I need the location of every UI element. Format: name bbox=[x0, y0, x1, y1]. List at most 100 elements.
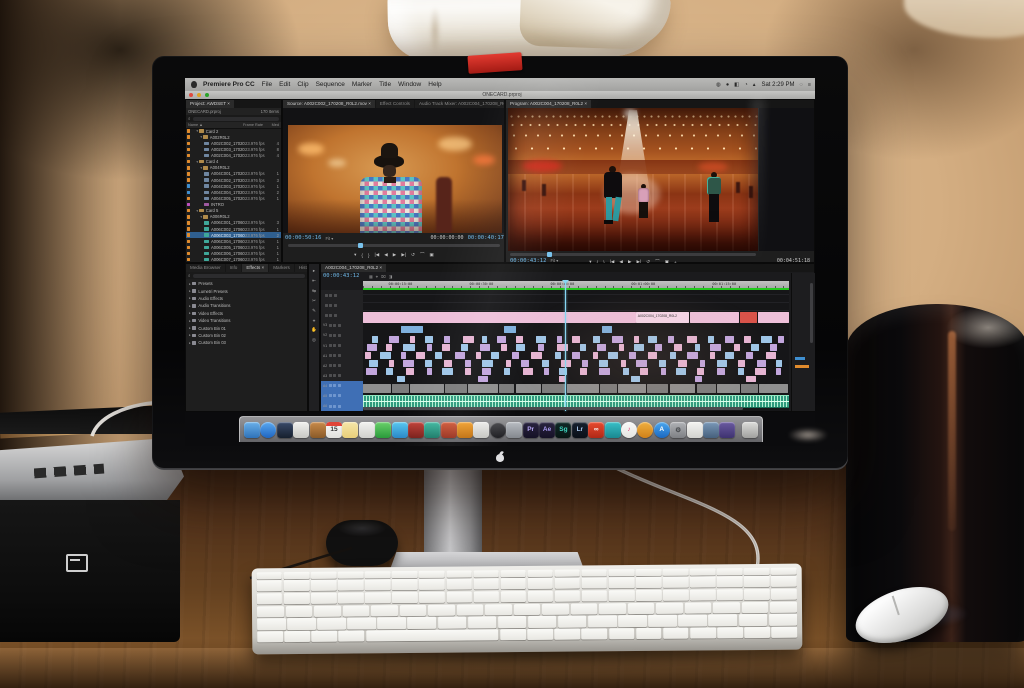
key[interactable] bbox=[339, 631, 365, 642]
timeline-clip-cut[interactable] bbox=[612, 336, 623, 343]
key[interactable] bbox=[656, 602, 683, 613]
menu-edit[interactable]: Edit bbox=[279, 81, 290, 88]
track-toggle[interactable] bbox=[333, 334, 336, 337]
timeline-clip-cut[interactable] bbox=[746, 376, 755, 382]
timeline-clip-gray[interactable] bbox=[670, 384, 696, 393]
tool-button[interactable]: ⌖ bbox=[313, 318, 316, 323]
twirl-icon[interactable]: ▸ bbox=[189, 304, 191, 308]
dock-icon-app-teal[interactable] bbox=[424, 422, 440, 438]
timeline-clip-cut[interactable] bbox=[608, 352, 618, 359]
timeline-clip-cut[interactable] bbox=[372, 336, 379, 343]
track-toggle[interactable] bbox=[325, 314, 328, 317]
timeline-clip-cut[interactable] bbox=[778, 336, 784, 343]
track-toggle[interactable] bbox=[333, 364, 336, 367]
timeline-clip-cut[interactable] bbox=[770, 344, 777, 351]
key[interactable] bbox=[284, 631, 310, 642]
key[interactable] bbox=[717, 568, 743, 575]
track-toggle[interactable] bbox=[338, 394, 341, 397]
dock-icon-photos[interactable] bbox=[293, 422, 309, 438]
key[interactable] bbox=[771, 589, 797, 600]
spotlight-icon[interactable]: ◌ bbox=[800, 82, 803, 88]
twirl-icon[interactable]: ▸ bbox=[189, 341, 191, 345]
effects-bin-row[interactable]: ▸Custom Bin 02 bbox=[186, 332, 307, 339]
key[interactable] bbox=[690, 568, 716, 575]
key[interactable] bbox=[257, 580, 283, 591]
timeline-clip-cut[interactable] bbox=[389, 360, 394, 367]
key[interactable] bbox=[338, 571, 364, 578]
effects-bin-row[interactable]: ▸Lumetri Presets bbox=[186, 287, 307, 294]
key[interactable] bbox=[554, 629, 580, 640]
key[interactable] bbox=[582, 590, 608, 601]
timeline-clip-pink[interactable] bbox=[363, 312, 636, 323]
key[interactable] bbox=[438, 617, 467, 628]
effects-bin-row[interactable]: ▸Video Transitions bbox=[186, 317, 307, 324]
key[interactable] bbox=[684, 602, 711, 613]
effects-bin-row[interactable]: ▸Custom Bin 01 bbox=[186, 324, 307, 331]
key[interactable] bbox=[636, 577, 662, 588]
key[interactable] bbox=[588, 616, 617, 627]
timeline-clip-cut[interactable] bbox=[425, 360, 432, 367]
dock-icon-app-shield[interactable] bbox=[687, 422, 703, 438]
dock-icon-app-red-mug[interactable] bbox=[408, 422, 424, 438]
key[interactable] bbox=[311, 593, 337, 604]
timeline-clip-cut[interactable] bbox=[397, 376, 405, 382]
timeline-clip-cut[interactable] bbox=[678, 360, 687, 367]
spacebar-key[interactable] bbox=[366, 629, 499, 641]
timeline-clip-gray[interactable] bbox=[468, 384, 498, 393]
track-toggle[interactable] bbox=[338, 354, 341, 357]
key[interactable] bbox=[347, 618, 376, 629]
dock-icon-app-redorange[interactable] bbox=[441, 422, 457, 438]
timeline-clip-cut[interactable] bbox=[516, 344, 525, 351]
track-toggle[interactable] bbox=[329, 344, 332, 347]
key[interactable] bbox=[314, 605, 341, 616]
key[interactable] bbox=[257, 606, 284, 617]
key[interactable] bbox=[498, 616, 527, 627]
track-toggle[interactable] bbox=[329, 334, 332, 337]
timeline-clip-gray[interactable] bbox=[445, 384, 466, 393]
track-toggle[interactable] bbox=[329, 374, 332, 377]
timeline-clip-cut[interactable] bbox=[746, 352, 753, 359]
source-playhead-handle[interactable] bbox=[358, 243, 363, 248]
timeline-clip-cut[interactable] bbox=[676, 368, 686, 375]
timeline-clip-cut[interactable] bbox=[504, 368, 511, 375]
key[interactable] bbox=[501, 591, 527, 602]
timeline-clip-cut[interactable] bbox=[599, 360, 608, 367]
timeline-clip-gray[interactable] bbox=[567, 384, 599, 393]
effects-bin-row[interactable]: ▸Custom Bin 03 bbox=[186, 339, 307, 346]
key[interactable] bbox=[582, 629, 608, 640]
timeline-vscrollbar[interactable] bbox=[810, 283, 813, 343]
key[interactable] bbox=[365, 579, 391, 590]
key[interactable] bbox=[428, 604, 455, 615]
track-toggle[interactable] bbox=[334, 294, 337, 297]
dock-icon-app-drive[interactable] bbox=[506, 422, 522, 438]
dock-icon-app-amber[interactable] bbox=[637, 422, 653, 438]
dock-icon-safari[interactable] bbox=[260, 422, 276, 438]
key[interactable] bbox=[446, 591, 472, 602]
timeline-clip-cut[interactable] bbox=[648, 352, 657, 359]
tab-markers[interactable]: Markers bbox=[269, 264, 294, 272]
track-header-v3[interactable]: V3 bbox=[321, 320, 363, 330]
twirl-icon[interactable]: ▾ bbox=[196, 209, 198, 213]
menu-marker[interactable]: Marker bbox=[352, 81, 372, 88]
dock-icon-itunes[interactable]: ♪ bbox=[621, 422, 637, 438]
track-toggle[interactable] bbox=[325, 294, 328, 297]
key[interactable] bbox=[542, 603, 569, 614]
timeline-clip-cut[interactable] bbox=[463, 336, 474, 343]
dock-icon-creative-cloud[interactable]: ∞ bbox=[588, 422, 604, 438]
dock-icon-app-cabinet[interactable] bbox=[703, 422, 719, 438]
timeline-clip-cut[interactable] bbox=[631, 376, 640, 382]
key[interactable] bbox=[627, 603, 654, 614]
timeline-clip-cut[interactable] bbox=[366, 368, 376, 375]
timeline-clip-cut[interactable] bbox=[695, 376, 702, 382]
timeline-clip-cut[interactable] bbox=[634, 344, 644, 351]
dock-icon-trash[interactable] bbox=[742, 422, 758, 438]
track-header-v1[interactable]: V1 bbox=[321, 340, 363, 350]
source-video[interactable] bbox=[288, 125, 502, 233]
key[interactable] bbox=[285, 606, 312, 617]
dock-icon-speedgrade[interactable]: Sg bbox=[555, 422, 571, 438]
effects-bin-row[interactable]: ▸Audio Transitions bbox=[186, 302, 307, 309]
menu-window[interactable]: Window bbox=[398, 81, 421, 88]
tab-info[interactable]: Info bbox=[226, 264, 242, 272]
timeline-clip-cut[interactable] bbox=[512, 352, 519, 359]
timeline-clip-cut[interactable] bbox=[427, 344, 432, 351]
